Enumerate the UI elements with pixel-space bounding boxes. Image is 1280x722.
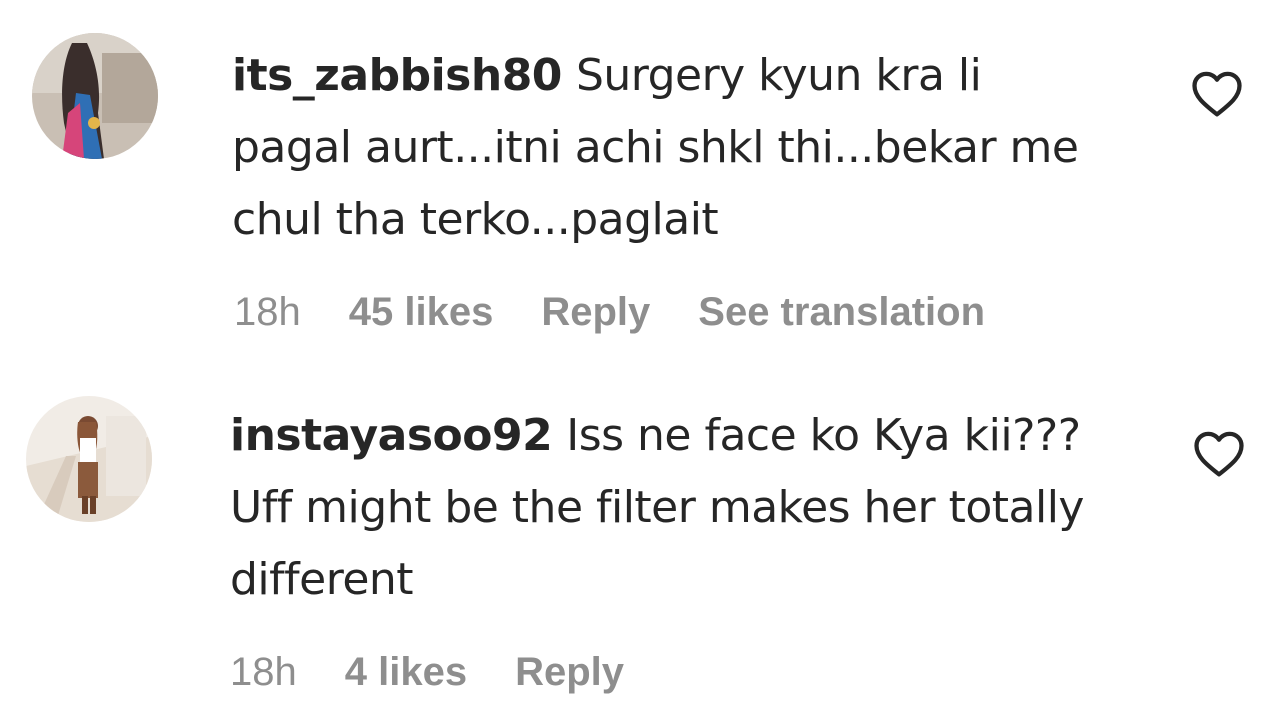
comment-meta: 18h 4 likes Reply [230, 648, 672, 696]
heart-outline-icon[interactable] [1190, 68, 1244, 118]
avatar-image [32, 33, 158, 159]
reply-button[interactable]: Reply [515, 650, 624, 695]
likes-count-button[interactable]: 45 likes [349, 290, 494, 335]
comment-item: its_zabbish80 Surgery kyun kra li pagal a… [0, 0, 1280, 360]
comment-text-block: instayasoo92 Iss ne face ko Kya kii??? Uf… [230, 400, 1110, 616]
see-translation-button[interactable]: See translation [698, 290, 985, 335]
comment-meta: 18h 45 likes Reply See translation [234, 288, 985, 336]
avatar[interactable] [26, 396, 152, 522]
avatar[interactable] [32, 33, 158, 159]
comment-text-block: its_zabbish80 Surgery kyun kra li pagal a… [232, 40, 1112, 256]
username-link[interactable]: its_zabbish80 [232, 50, 562, 101]
likes-count-button[interactable]: 4 likes [345, 650, 467, 695]
username-link[interactable]: instayasoo92 [230, 410, 553, 461]
comment-time[interactable]: 18h [234, 290, 301, 335]
reply-button[interactable]: Reply [541, 290, 650, 335]
comment-time[interactable]: 18h [230, 650, 297, 695]
avatar-image [26, 396, 152, 522]
heart-outline-icon[interactable] [1192, 428, 1246, 478]
comment-item: instayasoo92 Iss ne face ko Kya kii??? Uf… [0, 360, 1280, 722]
